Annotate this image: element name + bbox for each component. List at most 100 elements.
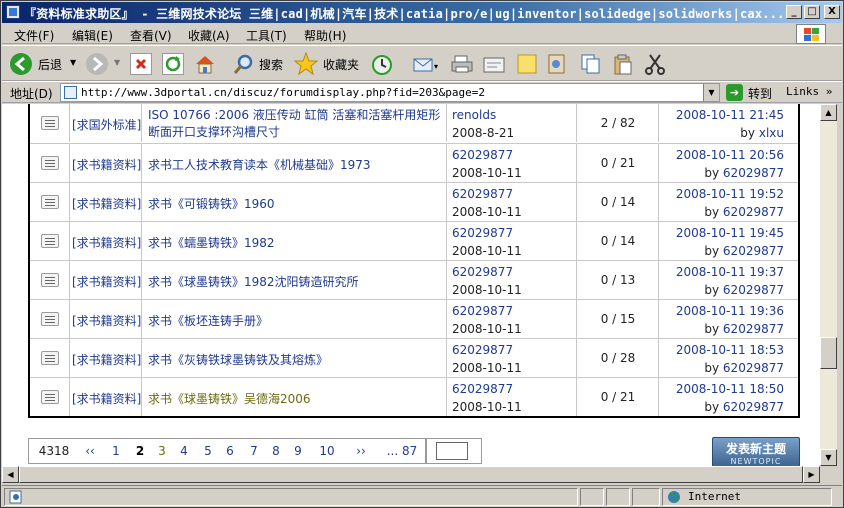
- thread-author[interactable]: 62029877: [452, 224, 522, 242]
- vertical-scrollbar[interactable]: ▲ ▼: [820, 104, 837, 466]
- thread-title[interactable]: 求书《球墨铸铁》吴德海2006: [148, 390, 311, 407]
- menu-view[interactable]: 查看(V): [130, 27, 172, 44]
- forward-button[interactable]: ▼: [84, 51, 124, 77]
- note-icon[interactable]: [516, 53, 538, 75]
- favorites-button[interactable]: 收藏夹: [294, 51, 364, 77]
- last-post-time[interactable]: 2008-10-11 20:56: [676, 146, 784, 164]
- thread-title[interactable]: 求书工人技术教育读本《机械基础》1973: [148, 156, 371, 173]
- copy-icon[interactable]: [580, 53, 602, 75]
- close-button[interactable]: X: [824, 5, 840, 19]
- minimize-button[interactable]: _: [786, 5, 802, 19]
- thread-category[interactable]: [求书籍资料]: [72, 234, 141, 251]
- thread-category[interactable]: [求书籍资料]: [72, 156, 141, 173]
- last-post-user[interactable]: 62029877: [723, 361, 784, 375]
- thread-author[interactable]: renolds: [452, 106, 514, 124]
- last-post-by-prefix: by: [704, 400, 720, 414]
- scroll-right-icon[interactable]: ▶: [803, 466, 820, 483]
- address-url[interactable]: http://www.3dportal.cn/discuz/forumdispl…: [81, 86, 485, 99]
- forward-dropdown-icon[interactable]: ▼: [114, 58, 120, 67]
- scroll-down-icon[interactable]: ▼: [820, 449, 837, 466]
- thread-category[interactable]: [求书籍资料]: [72, 195, 141, 212]
- page-link[interactable]: 4: [176, 438, 192, 464]
- menu-help[interactable]: 帮助(H): [304, 27, 346, 44]
- home-icon[interactable]: [194, 53, 216, 75]
- address-dropdown-icon[interactable]: ▼: [703, 84, 719, 101]
- page-link[interactable]: 8: [268, 438, 284, 464]
- last-post-time[interactable]: 2008-10-11 19:36: [676, 302, 784, 320]
- horizontal-scroll-thumb[interactable]: [19, 466, 803, 483]
- go-button[interactable]: ➔ 转到: [724, 83, 780, 102]
- last-post-time[interactable]: 2008-10-11 18:53: [676, 341, 784, 359]
- last-post-user[interactable]: 62029877: [723, 205, 784, 219]
- thread-title[interactable]: 求书《球墨铸铁》1982沈阳铸造研究所: [148, 273, 359, 290]
- menu-file[interactable]: 文件(F): [14, 27, 54, 44]
- thread-title[interactable]: ISO 10766 :2006 液压传动 缸筒 活塞和活塞杆用矩形断面开口支撑环…: [148, 107, 446, 141]
- page-link[interactable]: 5: [200, 438, 216, 464]
- page-link[interactable]: 1: [108, 438, 124, 464]
- address-input[interactable]: http://www.3dportal.cn/discuz/forumdispl…: [60, 83, 720, 102]
- last-page-link[interactable]: ... 87: [384, 438, 420, 464]
- page-link[interactable]: 7: [246, 438, 262, 464]
- menu-tools[interactable]: 工具(T): [246, 27, 287, 44]
- last-post-user[interactable]: 62029877: [723, 283, 784, 297]
- thread-author[interactable]: 62029877: [452, 302, 522, 320]
- back-button[interactable]: 后退 ▼: [8, 51, 80, 77]
- thread-author[interactable]: 62029877: [452, 185, 522, 203]
- back-dropdown-icon[interactable]: ▼: [70, 58, 76, 67]
- scroll-thumb[interactable]: [820, 337, 837, 369]
- last-post-user[interactable]: 62029877: [723, 400, 784, 414]
- last-post-user[interactable]: 62029877: [723, 244, 784, 258]
- thread-category[interactable]: [求书籍资料]: [72, 312, 141, 329]
- menu-favorites[interactable]: 收藏(A): [188, 27, 230, 44]
- last-post-user[interactable]: xlxu: [759, 126, 784, 140]
- thread-author[interactable]: 62029877: [452, 341, 522, 359]
- last-post-time[interactable]: 2008-10-11 19:45: [676, 224, 784, 242]
- page-jump-input[interactable]: [436, 442, 468, 460]
- menu-edit[interactable]: 编辑(E): [72, 27, 113, 44]
- page-viewport[interactable]: [求国外标准] ISO 10766 :2006 液压传动 缸筒 活塞和活塞杆用矩形…: [2, 104, 820, 482]
- print-icon[interactable]: [450, 53, 473, 75]
- thread-title[interactable]: 求书《蠕墨铸铁》1982: [148, 234, 275, 251]
- thread-category[interactable]: [求书籍资料]: [72, 351, 141, 368]
- refresh-icon[interactable]: [162, 53, 184, 75]
- stop-icon[interactable]: [130, 53, 152, 75]
- page-link[interactable]: 10: [314, 438, 340, 464]
- author-cell: renolds 2008-8-21: [447, 104, 577, 142]
- research-icon[interactable]: [546, 53, 568, 75]
- edit-icon[interactable]: [482, 53, 505, 75]
- last-post-time[interactable]: 2008-10-11 19:37: [676, 263, 784, 281]
- paste-icon[interactable]: [612, 53, 634, 75]
- thread-category[interactable]: [求书籍资料]: [72, 273, 141, 290]
- next-page-link[interactable]: ››: [350, 438, 372, 464]
- last-post-user[interactable]: 62029877: [723, 322, 784, 336]
- first-page-link[interactable]: ‹‹: [80, 438, 100, 464]
- scroll-left-icon[interactable]: ◀: [2, 466, 19, 483]
- last-post-time[interactable]: 2008-10-11 21:45: [676, 106, 784, 124]
- last-post-user[interactable]: 62029877: [723, 166, 784, 180]
- links-button[interactable]: Links »: [786, 85, 832, 98]
- history-icon[interactable]: [370, 53, 392, 75]
- mail-icon[interactable]: ▾: [412, 53, 438, 75]
- horizontal-scrollbar[interactable]: ◀ ▶: [2, 466, 820, 483]
- thread-category[interactable]: [求书籍资料]: [72, 390, 141, 407]
- thread-author[interactable]: 62029877: [452, 263, 522, 281]
- last-post-time[interactable]: 2008-10-11 18:50: [676, 380, 784, 398]
- search-button[interactable]: 搜索: [232, 51, 292, 77]
- scroll-up-icon[interactable]: ▲: [820, 104, 837, 121]
- thread-title[interactable]: 求书《灰铸铁球墨铸铁及其熔炼》: [148, 351, 328, 368]
- new-topic-button[interactable]: 发表新主题 NEWTOPIC: [712, 437, 800, 467]
- thread-author[interactable]: 62029877: [452, 380, 522, 398]
- thread-category[interactable]: [求国外标准]: [72, 116, 141, 133]
- page-link[interactable]: 3: [154, 438, 170, 464]
- ie-page-icon[interactable]: [6, 5, 20, 19]
- page-link[interactable]: 6: [222, 438, 238, 464]
- stats-cell: 0 / 13: [577, 261, 659, 299]
- last-post-time[interactable]: 2008-10-11 19:52: [676, 185, 784, 203]
- maximize-button[interactable]: □: [804, 5, 820, 19]
- cut-icon[interactable]: [644, 53, 666, 75]
- page-link[interactable]: 9: [290, 438, 306, 464]
- thread-title[interactable]: 求书《板坯连铸手册》: [148, 312, 268, 329]
- title-bar[interactable]: 『资料标准求助区』 - 三维网技术论坛 三维|cad|机械|汽车|技术|cati…: [2, 2, 842, 23]
- thread-author[interactable]: 62029877: [452, 146, 522, 164]
- thread-title[interactable]: 求书《可锻铸铁》1960: [148, 195, 275, 212]
